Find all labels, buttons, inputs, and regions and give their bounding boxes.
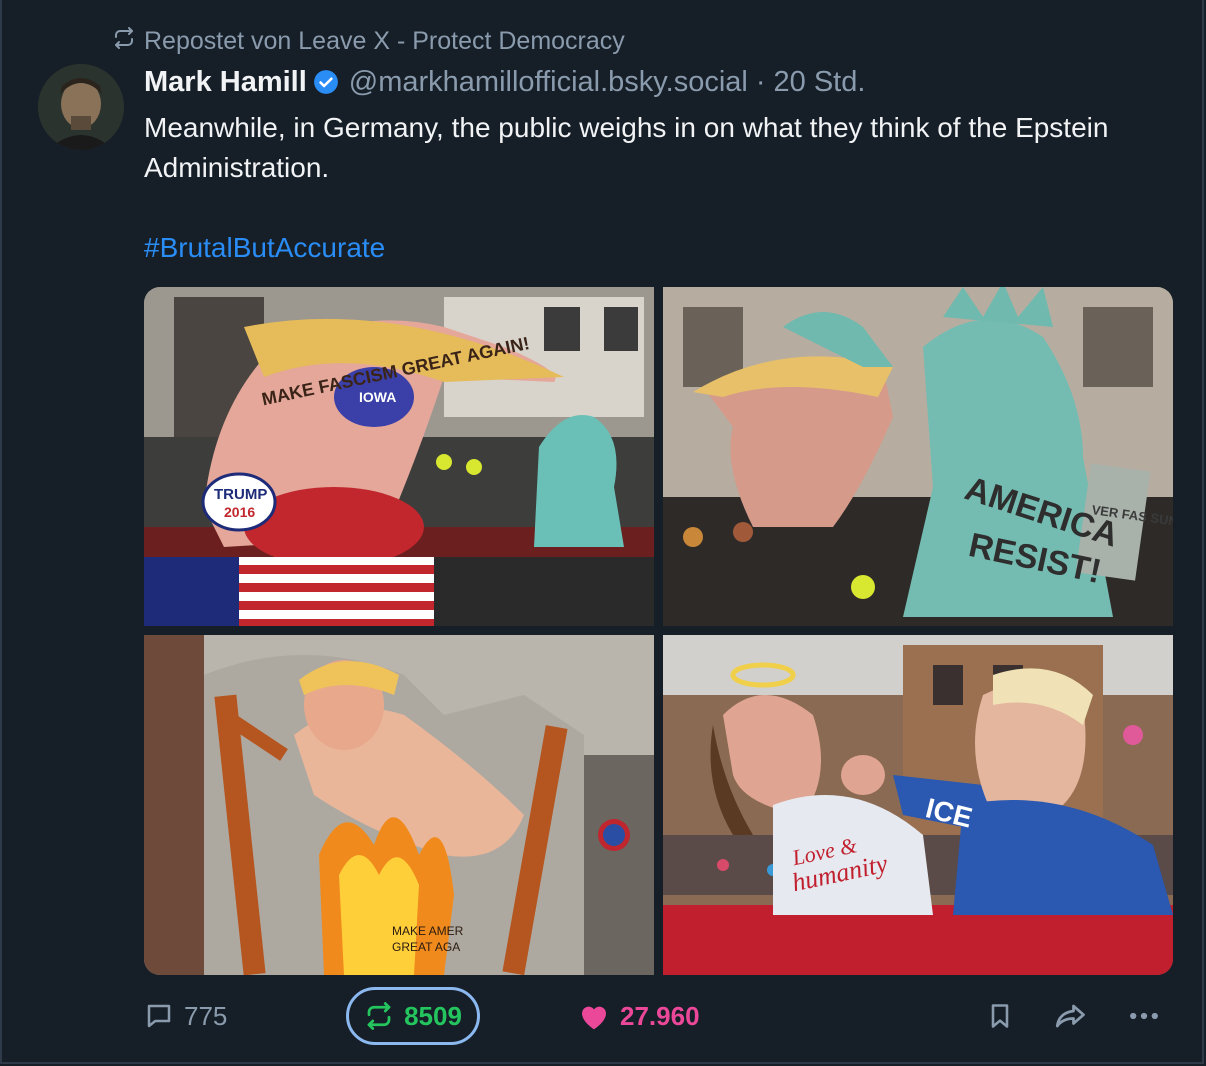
bookmark-icon — [991, 1004, 1009, 1028]
reply-count: 775 — [184, 1000, 228, 1031]
post-header: Mark Hamill @markhamillofficial.bsky.soc… — [144, 62, 865, 102]
repost-icon — [367, 1002, 391, 1030]
post-actions: 775 8509 27.960 — [0, 985, 1206, 1047]
hashtag-link[interactable]: #BrutalButAccurate — [144, 228, 385, 268]
share-button[interactable] — [1054, 985, 1088, 1047]
like-button[interactable]: 27.960 — [578, 985, 700, 1047]
avatar[interactable] — [38, 64, 124, 150]
post-text: Meanwhile, in Germany, the public weighs… — [144, 112, 1109, 183]
verified-badge-icon — [313, 70, 338, 94]
img3-make-text: MAKE AMER — [392, 924, 464, 938]
header-separator: · — [755, 65, 766, 98]
image-grid: MAKE FASCISM GREAT AGAIN! IOWA TRUMP 201… — [144, 287, 1173, 975]
author-handle[interactable]: @markhamillofficial.bsky.social — [349, 66, 748, 99]
post-timestamp[interactable]: 20 Std. — [774, 66, 866, 99]
share-icon — [1055, 1004, 1085, 1028]
post-image-2[interactable]: AMERICA RESIST! VER FAS SUNG — [663, 287, 1173, 626]
post-image-4[interactable]: Love & humanity ICE — [663, 635, 1173, 975]
author-name[interactable]: Mark Hamill — [144, 66, 307, 99]
img1-iowa-text: IOWA — [359, 389, 396, 405]
more-options-button[interactable] — [1126, 985, 1162, 1047]
repost-count: 8509 — [404, 1000, 462, 1031]
like-count: 27.960 — [620, 1000, 700, 1031]
ellipsis-icon — [1130, 1012, 1158, 1020]
reply-icon — [147, 1004, 171, 1028]
post-image-1[interactable]: MAKE FASCISM GREAT AGAIN! IOWA TRUMP 201… — [144, 287, 654, 626]
reply-button[interactable]: 775 — [144, 985, 227, 1047]
repost-label: Repostet von Leave X - Protect Democracy — [144, 26, 625, 55]
repost-small-icon — [112, 26, 136, 57]
repost-button[interactable]: 8509 — [346, 987, 480, 1045]
img3-great-text: GREAT AGA — [392, 940, 460, 954]
heart-icon — [582, 1006, 606, 1030]
img1-trump-text: TRUMP — [214, 486, 267, 503]
repost-indicator[interactable]: Repostet von Leave X - Protect Democracy — [112, 24, 625, 58]
bookmark-button[interactable] — [986, 985, 1014, 1047]
img1-year-text: 2016 — [224, 504, 255, 520]
post-image-3[interactable]: MAKE AMER GREAT AGA — [144, 635, 654, 975]
